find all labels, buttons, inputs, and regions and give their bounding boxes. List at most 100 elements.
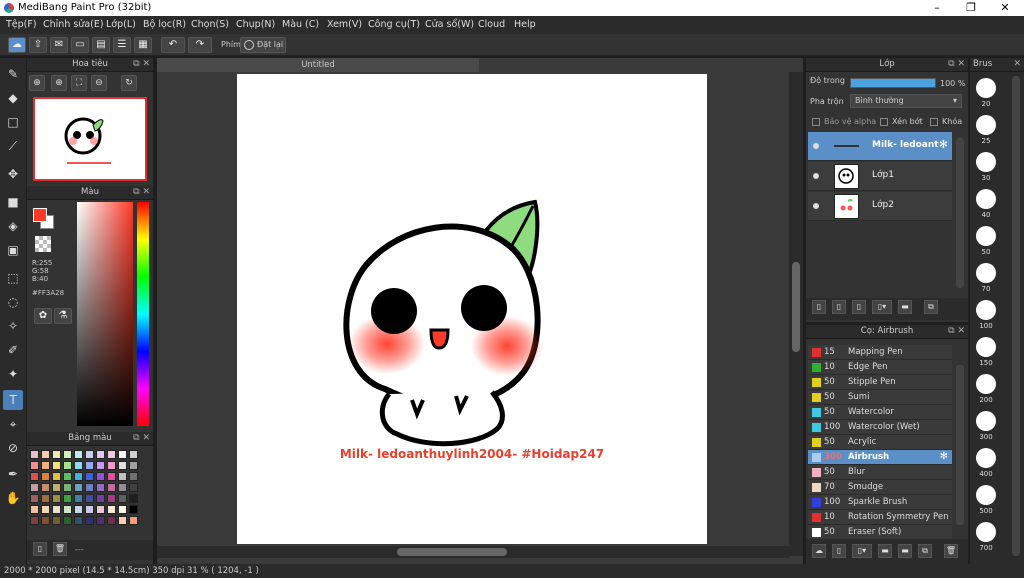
new-palette-icon[interactable]: ▯ (33, 542, 47, 556)
palette-swatch[interactable] (85, 494, 94, 503)
palette-swatch[interactable] (41, 450, 50, 459)
palette-swatch[interactable] (63, 483, 72, 492)
menu-select[interactable]: Chọn(S) (191, 19, 229, 30)
palette-swatch[interactable] (30, 516, 39, 525)
folder-icon[interactable]: ▬ (898, 300, 912, 314)
color-picker-icon[interactable]: ⚗ (54, 308, 72, 324)
magic-wand-tool-icon[interactable]: ✧ (3, 316, 23, 336)
palette-swatch[interactable] (30, 461, 39, 470)
palette-swatch[interactable] (63, 505, 72, 514)
palette-swatch[interactable] (52, 516, 61, 525)
palette-swatch[interactable] (96, 494, 105, 503)
palette-swatch[interactable] (30, 483, 39, 492)
new-1bit-layer-icon[interactable]: ▯ (852, 300, 866, 314)
menu-color[interactable]: Màu (C) (282, 19, 319, 30)
menu-tools[interactable]: Công cụ(T) (368, 19, 420, 30)
palette-swatch[interactable] (30, 505, 39, 514)
palette-swatch[interactable] (107, 450, 116, 459)
brush-row[interactable]: 50 Watercolor (808, 405, 952, 420)
menu-snap[interactable]: Chụp(N) (236, 19, 275, 30)
menu-window[interactable]: Cửa sổ(W) (425, 19, 474, 30)
fill-rect-tool-icon[interactable]: ■ (3, 192, 23, 212)
zoom-in-icon[interactable]: ⊕ (29, 75, 45, 91)
palette-swatch[interactable] (52, 461, 61, 470)
palette-swatch[interactable] (129, 483, 138, 492)
brush-row[interactable]: 10 Rotation Symmetry Pen (808, 510, 952, 525)
palette-swatch[interactable] (41, 461, 50, 470)
upload-icon[interactable]: ⇧ (29, 37, 47, 53)
move-tool-icon[interactable]: ✥ (3, 164, 23, 184)
palette-swatch[interactable] (41, 494, 50, 503)
palette-swatch[interactable] (63, 494, 72, 503)
operation-tool-icon[interactable]: ⌖ (3, 414, 23, 434)
menu-view[interactable]: Xem(V) (327, 19, 362, 30)
palette-swatch[interactable] (129, 505, 138, 514)
duplicate-brush-icon[interactable]: ⧉ (918, 544, 932, 558)
delete-brush-icon[interactable]: 🗑 (944, 544, 958, 558)
palette-swatch[interactable] (118, 494, 127, 503)
panel-close-icon[interactable]: ✕ (1013, 58, 1021, 71)
gradient-tool-icon[interactable]: ▣ (3, 240, 23, 260)
palette-swatch[interactable] (96, 483, 105, 492)
new-brush-icon[interactable]: ▯ (832, 544, 846, 558)
palette-swatch[interactable] (63, 472, 72, 481)
palette-swatch[interactable] (63, 516, 72, 525)
add-layer-menu-icon[interactable]: ▯▾ (872, 300, 892, 314)
palette-swatch[interactable] (85, 461, 94, 470)
palette-swatch[interactable] (74, 461, 83, 470)
menu-file[interactable]: Tệp(F) (6, 19, 37, 30)
palette-swatch[interactable] (129, 450, 138, 459)
transparent-swatch[interactable] (35, 236, 51, 252)
new-8bit-layer-icon[interactable]: ▯ (832, 300, 846, 314)
document-icon[interactable]: ▤ (92, 37, 110, 53)
minimize-button[interactable]: – (920, 0, 954, 16)
color-wheel-icon[interactable]: ✿ (34, 308, 52, 324)
brush-row[interactable]: 50 Blur (808, 465, 952, 480)
brush-scrollbar[interactable] (956, 365, 964, 525)
panel-close-icon[interactable]: ⧉ ✕ (948, 58, 965, 71)
reset-button[interactable]: Đặt lại (240, 37, 286, 53)
gear-icon[interactable]: ✻ (940, 451, 948, 462)
delete-palette-icon[interactable]: 🗑 (53, 542, 67, 556)
panel-close-icon[interactable]: ⧉ ✕ (133, 432, 150, 445)
palette-swatch[interactable] (41, 516, 50, 525)
new-layer-icon[interactable]: ▯ (812, 300, 826, 314)
bucket-tool-icon[interactable]: ◈ (3, 216, 23, 236)
brush-row[interactable]: 15 Mapping Pen (808, 345, 952, 360)
menu-filter[interactable]: Bộ lọc(R) (143, 19, 186, 30)
canvas-horizontal-scrollbar[interactable] (157, 546, 789, 558)
gear-icon[interactable]: ✻ (939, 138, 948, 151)
palette-swatch[interactable] (107, 505, 116, 514)
scroll-thumb[interactable] (397, 548, 507, 556)
navigator-thumbnail[interactable] (33, 97, 147, 181)
visibility-eye-icon[interactable] (813, 143, 819, 149)
undo-button[interactable]: ↶ (161, 37, 185, 53)
eyedropper-tool-icon[interactable]: ✒ (3, 464, 23, 484)
fit-icon[interactable]: ⛶ (71, 75, 87, 91)
palette-swatch[interactable] (118, 483, 127, 492)
select-eraser-tool-icon[interactable]: ✦ (3, 364, 23, 384)
menu-help[interactable]: Help (514, 19, 536, 30)
layer-row[interactable]: Milk- ledoant ✻ (808, 132, 952, 161)
palette-swatch[interactable] (52, 450, 61, 459)
palette-swatch[interactable] (52, 505, 61, 514)
palette-swatch[interactable] (30, 494, 39, 503)
cloud-brush-icon[interactable]: ☁ (812, 544, 826, 558)
opacity-slider[interactable] (850, 78, 936, 88)
duplicate-layer-icon[interactable]: ⧉ (924, 300, 938, 314)
palette-swatch[interactable] (85, 472, 94, 481)
brush-folder-icon[interactable]: ▬ (878, 544, 892, 558)
saturation-value-picker[interactable] (77, 202, 133, 426)
panel-close-icon[interactable]: ⧉ ✕ (948, 325, 965, 338)
palette-swatch[interactable] (129, 472, 138, 481)
brush-row[interactable]: 300 Airbrush ✻ (808, 450, 952, 465)
palette-swatch[interactable] (129, 516, 138, 525)
maximize-button[interactable]: ❐ (954, 0, 988, 16)
palette-swatch[interactable] (118, 472, 127, 481)
palette-swatch[interactable] (129, 461, 138, 470)
palette-swatch[interactable] (96, 461, 105, 470)
brush-row[interactable]: 100 Watercolor (Wet) (808, 420, 952, 435)
lock-checkbox[interactable]: Khóa (930, 117, 962, 126)
palette-swatch[interactable] (107, 483, 116, 492)
brush-folder2-icon[interactable]: ▬ (898, 544, 912, 558)
